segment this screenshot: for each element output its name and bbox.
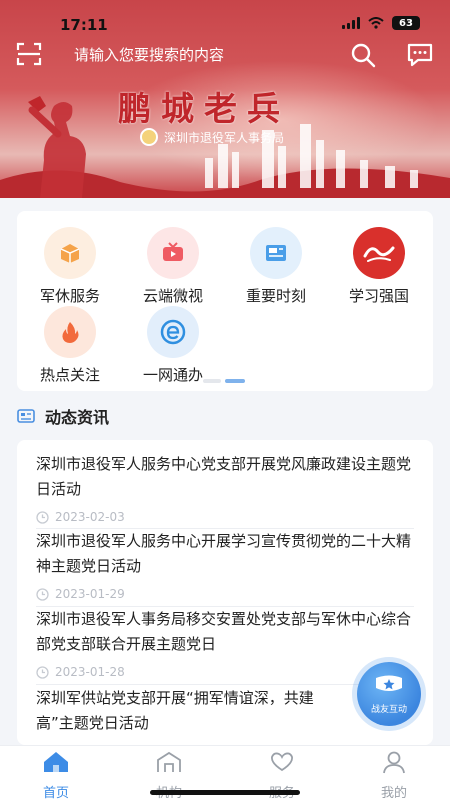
status-bar: 17:11 63 bbox=[0, 0, 450, 40]
news-date: 2023-01-28 bbox=[55, 665, 125, 679]
grid-label: 军休服务 bbox=[39, 287, 100, 305]
banner-title: 鹏城老兵 bbox=[118, 89, 290, 128]
wifi-icon bbox=[368, 17, 384, 29]
scan-icon[interactable] bbox=[16, 42, 42, 66]
xuexi-logo-icon bbox=[353, 227, 405, 279]
news-list-icon bbox=[17, 409, 35, 423]
grid-label: 热点关注 bbox=[39, 366, 100, 384]
header-banner: 17:11 63 请输入您要搜索的内容 鹏城老兵 深圳市退役军人事务局 bbox=[0, 0, 450, 198]
flame-icon bbox=[44, 306, 96, 358]
home-icon bbox=[44, 752, 68, 772]
news-date-row: 2023-01-29 bbox=[36, 587, 414, 601]
news-date-row: 2023-02-03 bbox=[36, 510, 414, 524]
news-date: 2023-02-03 bbox=[55, 510, 125, 524]
news-item[interactable]: 深圳市退役军人服务中心党支部开展党风廉政建设主题党日活动 2023-02-03 bbox=[36, 452, 414, 524]
heart-hands-icon bbox=[271, 752, 293, 772]
star-badge-icon bbox=[376, 675, 402, 691]
news-title: 深圳市退役军人事务局移交安置处党支部与军休中心综合部党支部联合开展主题党日 bbox=[36, 610, 412, 653]
quick-access-card: 军休服务 云端微视 重要时刻 学习强国 热点关注 一网通办 bbox=[17, 211, 433, 391]
battery-icon: 63 bbox=[392, 16, 420, 30]
comrade-interaction-button[interactable]: 战友互动 bbox=[357, 662, 421, 726]
parcel-icon bbox=[44, 227, 96, 279]
clock-icon bbox=[36, 587, 49, 601]
tab-label: 我的 bbox=[380, 786, 407, 800]
tab-label: 首页 bbox=[42, 786, 69, 800]
news-title: 深圳市退役军人服务中心开展学习宣传贯彻党的二十大精神主题党日活动 bbox=[36, 532, 412, 575]
search-input[interactable]: 请输入您要搜索的内容 bbox=[74, 44, 224, 65]
news-icon bbox=[250, 227, 302, 279]
grid-item-hot-topics[interactable]: 热点关注 bbox=[24, 306, 116, 385]
news-item[interactable]: 深圳市退役军人服务中心开展学习宣传贯彻党的二十大精神主题党日活动 2023-01… bbox=[36, 529, 414, 601]
grid-label: 云端微视 bbox=[142, 287, 203, 305]
grid-item-important-moments[interactable]: 重要时刻 bbox=[230, 227, 322, 306]
grid-label: 学习强国 bbox=[348, 287, 409, 305]
news-section-header: 动态资讯 bbox=[17, 404, 109, 428]
tab-mine[interactable]: 我的 bbox=[354, 750, 434, 800]
home-indicator bbox=[150, 790, 300, 795]
news-section-title: 动态资讯 bbox=[45, 408, 110, 427]
search-row: 请输入您要搜索的内容 bbox=[0, 40, 450, 68]
grid-item-retired-service[interactable]: 军休服务 bbox=[24, 227, 116, 306]
search-icon[interactable] bbox=[350, 42, 376, 68]
grid-item-one-stop-service[interactable]: 一网通办 bbox=[127, 306, 219, 385]
grid-item-cloud-video[interactable]: 云端微视 bbox=[127, 227, 219, 306]
page-indicator bbox=[203, 379, 245, 383]
signal-icon bbox=[342, 17, 360, 29]
page-dot bbox=[203, 379, 221, 383]
page-dot-active bbox=[225, 379, 245, 383]
grid-item-xuexi-qiangguo[interactable]: 学习强国 bbox=[333, 227, 425, 306]
news-title-line: 高”主题党日活动 bbox=[36, 714, 149, 732]
clock-icon bbox=[36, 510, 49, 524]
emblem-icon bbox=[140, 128, 158, 146]
status-time: 17:11 bbox=[60, 16, 108, 34]
tv-icon bbox=[147, 227, 199, 279]
tab-home[interactable]: 首页 bbox=[16, 750, 96, 800]
message-icon[interactable] bbox=[406, 42, 434, 68]
building-icon bbox=[157, 751, 181, 772]
banner-subtitle: 深圳市退役军人事务局 bbox=[164, 130, 285, 145]
fab-label: 战友互动 bbox=[370, 705, 407, 715]
grid-label: 重要时刻 bbox=[245, 287, 306, 305]
news-date-row: 2023-01-28 bbox=[36, 665, 414, 679]
user-icon bbox=[383, 751, 405, 774]
clock-icon bbox=[36, 665, 49, 679]
e-service-icon bbox=[147, 306, 199, 358]
news-date: 2023-01-29 bbox=[55, 587, 125, 601]
news-title-line: 深圳军供站党支部开展“拥军情谊深，共建 bbox=[36, 689, 314, 707]
status-icons: 63 bbox=[342, 16, 420, 30]
banner-subtitle-row: 深圳市退役军人事务局 bbox=[140, 128, 284, 146]
news-item[interactable]: 深圳市退役军人事务局移交安置处党支部与军休中心综合部党支部联合开展主题党日 20… bbox=[36, 607, 414, 679]
news-title: 深圳市退役军人服务中心党支部开展党风廉政建设主题党日活动 bbox=[36, 455, 412, 498]
soldier-illustration bbox=[28, 96, 86, 198]
